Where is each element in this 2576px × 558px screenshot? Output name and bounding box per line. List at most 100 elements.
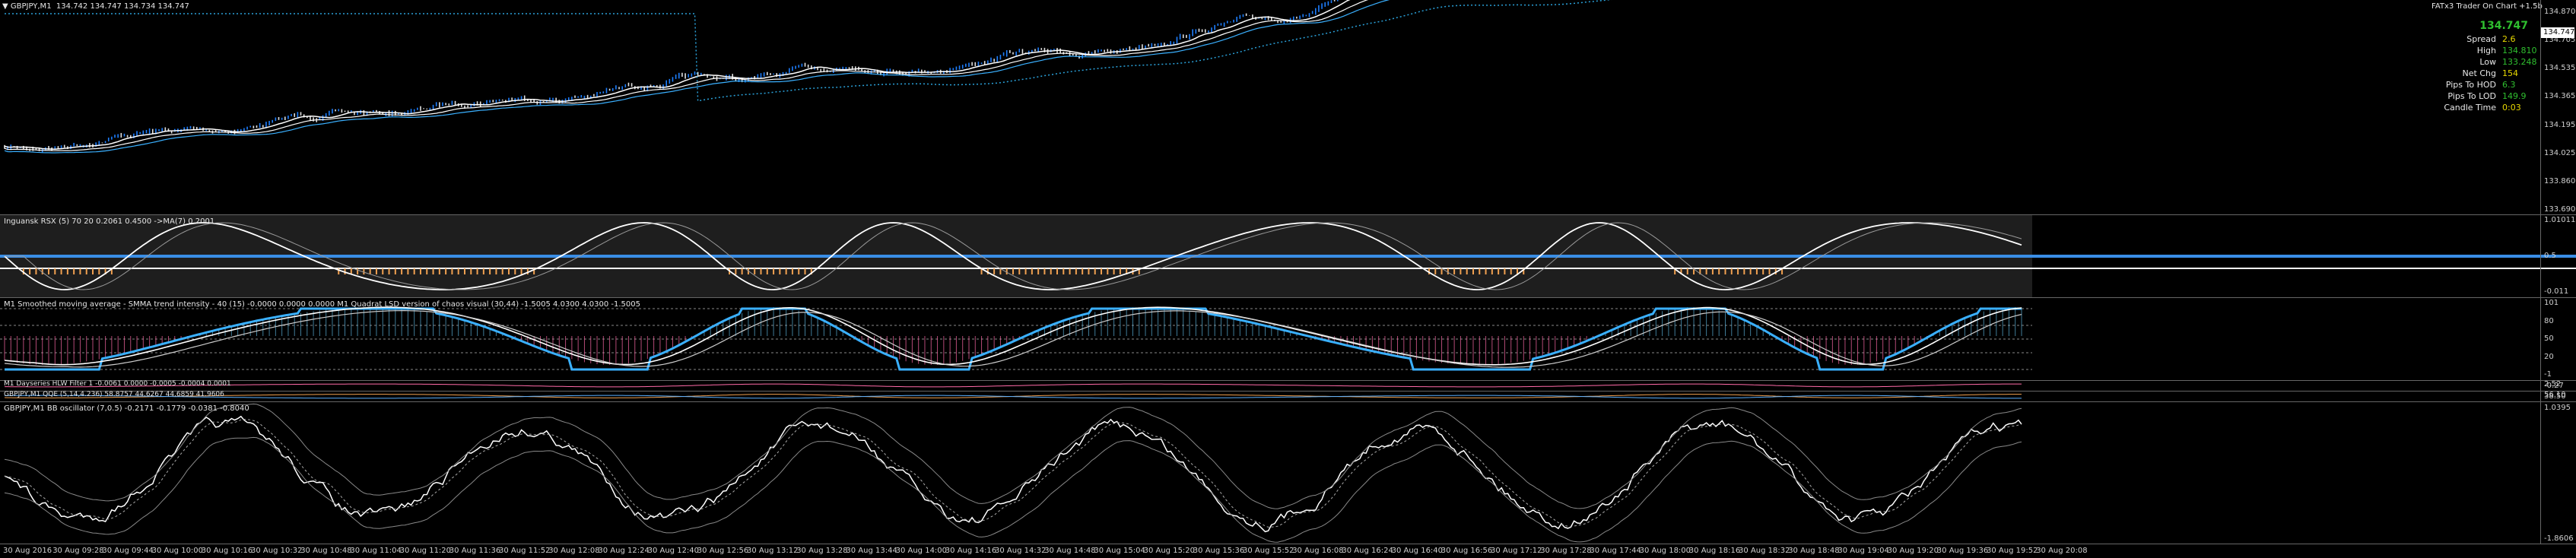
bb-line — [4, 415, 2022, 533]
info-value: 6.3 — [2502, 80, 2516, 90]
time-axis-label: 30 Aug 15:04 — [1094, 547, 1145, 555]
time-axis-label: 30 Aug 19:36 — [1936, 547, 1989, 555]
time-axis-label: 30 Aug 18:32 — [1739, 547, 1790, 555]
time-axis-label: 30 Aug 18:48 — [1788, 547, 1840, 555]
big-price: 134.747 — [2479, 20, 2528, 32]
time-axis-label: 30 Aug 16:56 — [1440, 547, 1493, 555]
info-row: Net Chg 154 — [2426, 68, 2533, 79]
info-key: Pips To LOD — [2447, 91, 2496, 101]
qqe-line — [4, 394, 2022, 398]
time-axis-label: 30 Aug 11:04 — [350, 547, 402, 555]
chart-header: ▼ GBPJPY,M1 134.742 134.747 134.734 134.… — [2, 2, 189, 11]
smma-axis-label: 20 — [2544, 352, 2554, 361]
time-axis-label: 30 Aug 2016 — [3, 547, 52, 555]
rsx-svg — [0, 215, 2576, 297]
collapse-arrow-icon[interactable]: ▼ — [2, 2, 11, 11]
time-axis-label: 30 Aug 12:56 — [697, 547, 749, 555]
time-axis-label: 30 Aug 19:20 — [1887, 547, 1939, 555]
ma-line — [4, 0, 1390, 154]
time-axis-label: 30 Aug 14:48 — [1044, 547, 1096, 555]
time-axis-label: 30 Aug 17:44 — [1590, 547, 1641, 555]
price-chart-svg — [4, 0, 1612, 154]
time-axis-label: 30 Aug 10:16 — [201, 547, 253, 555]
price-axis-label: 134.025 — [2544, 148, 2576, 157]
bb-axis-label: -1.8606 — [2544, 534, 2574, 543]
info-row: High 134.810 — [2426, 45, 2537, 56]
info-row: Low 133.248 — [2426, 56, 2537, 68]
time-axis-label: 30 Aug 09:44 — [102, 547, 154, 555]
info-row: Pips To LOD 149.9 — [2426, 90, 2533, 102]
info-value: 133.248 — [2502, 57, 2537, 67]
time-axis-label: 30 Aug 11:52 — [499, 547, 551, 555]
hlw-panel[interactable] — [0, 381, 2032, 391]
smma-axis-label: 80 — [2544, 316, 2554, 325]
info-value: 154 — [2502, 68, 2518, 78]
info-value: 134.810 — [2502, 46, 2537, 55]
price-axis-label: 134.365 — [2544, 92, 2576, 101]
time-axis-label: 30 Aug 15:52 — [1243, 547, 1294, 555]
time-axis-label: 30 Aug 12:40 — [647, 547, 700, 555]
band-line — [5, 0, 1612, 102]
time-axis-label: 30 Aug 14:00 — [895, 547, 948, 555]
info-key: Candle Time — [2444, 103, 2496, 113]
qqe-svg — [4, 394, 2022, 399]
time-axis-label: 30 Aug 09:28 — [52, 547, 104, 555]
info-row: Spread 2.6 — [2426, 33, 2533, 45]
smma-axis-label: -1 — [2544, 370, 2552, 379]
info-key: Net Chg — [2462, 68, 2496, 78]
smma-label: M1 Smoothed moving average - SMMA trend … — [4, 300, 640, 309]
rsx-panel[interactable] — [0, 215, 2576, 297]
time-axis-label: 30 Aug 11:36 — [449, 547, 501, 555]
time-axis-label: 30 Aug 13:12 — [747, 547, 799, 555]
smma-panel[interactable] — [0, 298, 2032, 380]
qqe-line — [5, 395, 2022, 399]
time-axis-label: 30 Aug 18:00 — [1639, 547, 1691, 555]
main-price-panel[interactable] — [0, 0, 2032, 214]
qqe-panel[interactable] — [0, 392, 2032, 401]
price-axis-label: 134.535 — [2544, 64, 2576, 73]
axis-divider — [2540, 0, 2541, 544]
hlw-label: M1 Dayseries HLW Filter 1 -0.0061 0.0000… — [4, 380, 231, 388]
time-axis-label: 30 Aug 12:08 — [548, 547, 600, 555]
rsx-axis-label: 0.5 — [2544, 252, 2556, 260]
time-axis-label: 30 Aug 14:16 — [945, 547, 997, 555]
info-key: High — [2476, 46, 2496, 55]
qqe-axis-label: 38.50 — [2544, 392, 2566, 401]
info-value: 2.6 — [2502, 34, 2516, 44]
bb-label: GBPJPY,M1 BB oscillator (7,0.5) -0.2171 … — [4, 404, 249, 413]
info-panel: 134.747 Spread 2.6 High 134.810 Low 133.248 Ne… — [2426, 20, 2537, 113]
ma-line — [4, 0, 1351, 151]
info-value: 149.9 — [2502, 91, 2527, 101]
smma-axis-label: 50 — [2544, 334, 2554, 343]
price-axis-label: 134.870 — [2544, 8, 2576, 16]
time-axis-label: 30 Aug 10:48 — [300, 547, 352, 555]
time-axis-label: 30 Aug 17:28 — [1540, 547, 1592, 555]
hlw-svg — [5, 383, 2022, 388]
time-axis-label: 30 Aug 16:08 — [1292, 547, 1344, 555]
symbol-title: GBPJPY,M1 — [10, 2, 52, 11]
time-axis-label: 30 Aug 15:36 — [1193, 547, 1245, 555]
bb-axis-label: 1.0395 — [2544, 404, 2571, 412]
current-price-box: 134.747 — [2541, 27, 2574, 38]
price-axis-label: 133.860 — [2544, 176, 2576, 185]
info-key: Low — [2479, 57, 2496, 67]
bb-upper — [4, 403, 2022, 509]
time-axis-label: 30 Aug 19:52 — [1987, 547, 2038, 555]
time-axis-label: 30 Aug 17:12 — [1491, 547, 1542, 555]
info-row: Candle Time 0:03 — [2426, 102, 2533, 113]
smma-axis-label: 101 — [2544, 299, 2559, 307]
rsx-axis-label: 1.01011 — [2544, 216, 2576, 224]
rsx-axis-label: -0.011 — [2544, 287, 2569, 296]
time-axis-label: 30 Aug 16:40 — [1391, 547, 1444, 555]
bb-svg — [4, 403, 2022, 543]
time-axis-label: 30 Aug 12:24 — [598, 547, 650, 555]
info-value: 0:03 — [2502, 103, 2521, 113]
time-axis-label: 30 Aug 19:04 — [1838, 547, 1889, 555]
time-axis-label: 30 Aug 20:08 — [2036, 547, 2088, 555]
hlw-line — [5, 383, 2022, 388]
time-axis-label: 30 Aug 10:00 — [151, 547, 204, 555]
time-axis-label: 30 Aug 18:16 — [1688, 547, 1741, 555]
bb-oscillator-panel[interactable] — [0, 402, 2032, 544]
info-row: Pips To HOD 6.3 — [2426, 79, 2533, 90]
price-axis-label: 133.690 — [2544, 205, 2576, 214]
